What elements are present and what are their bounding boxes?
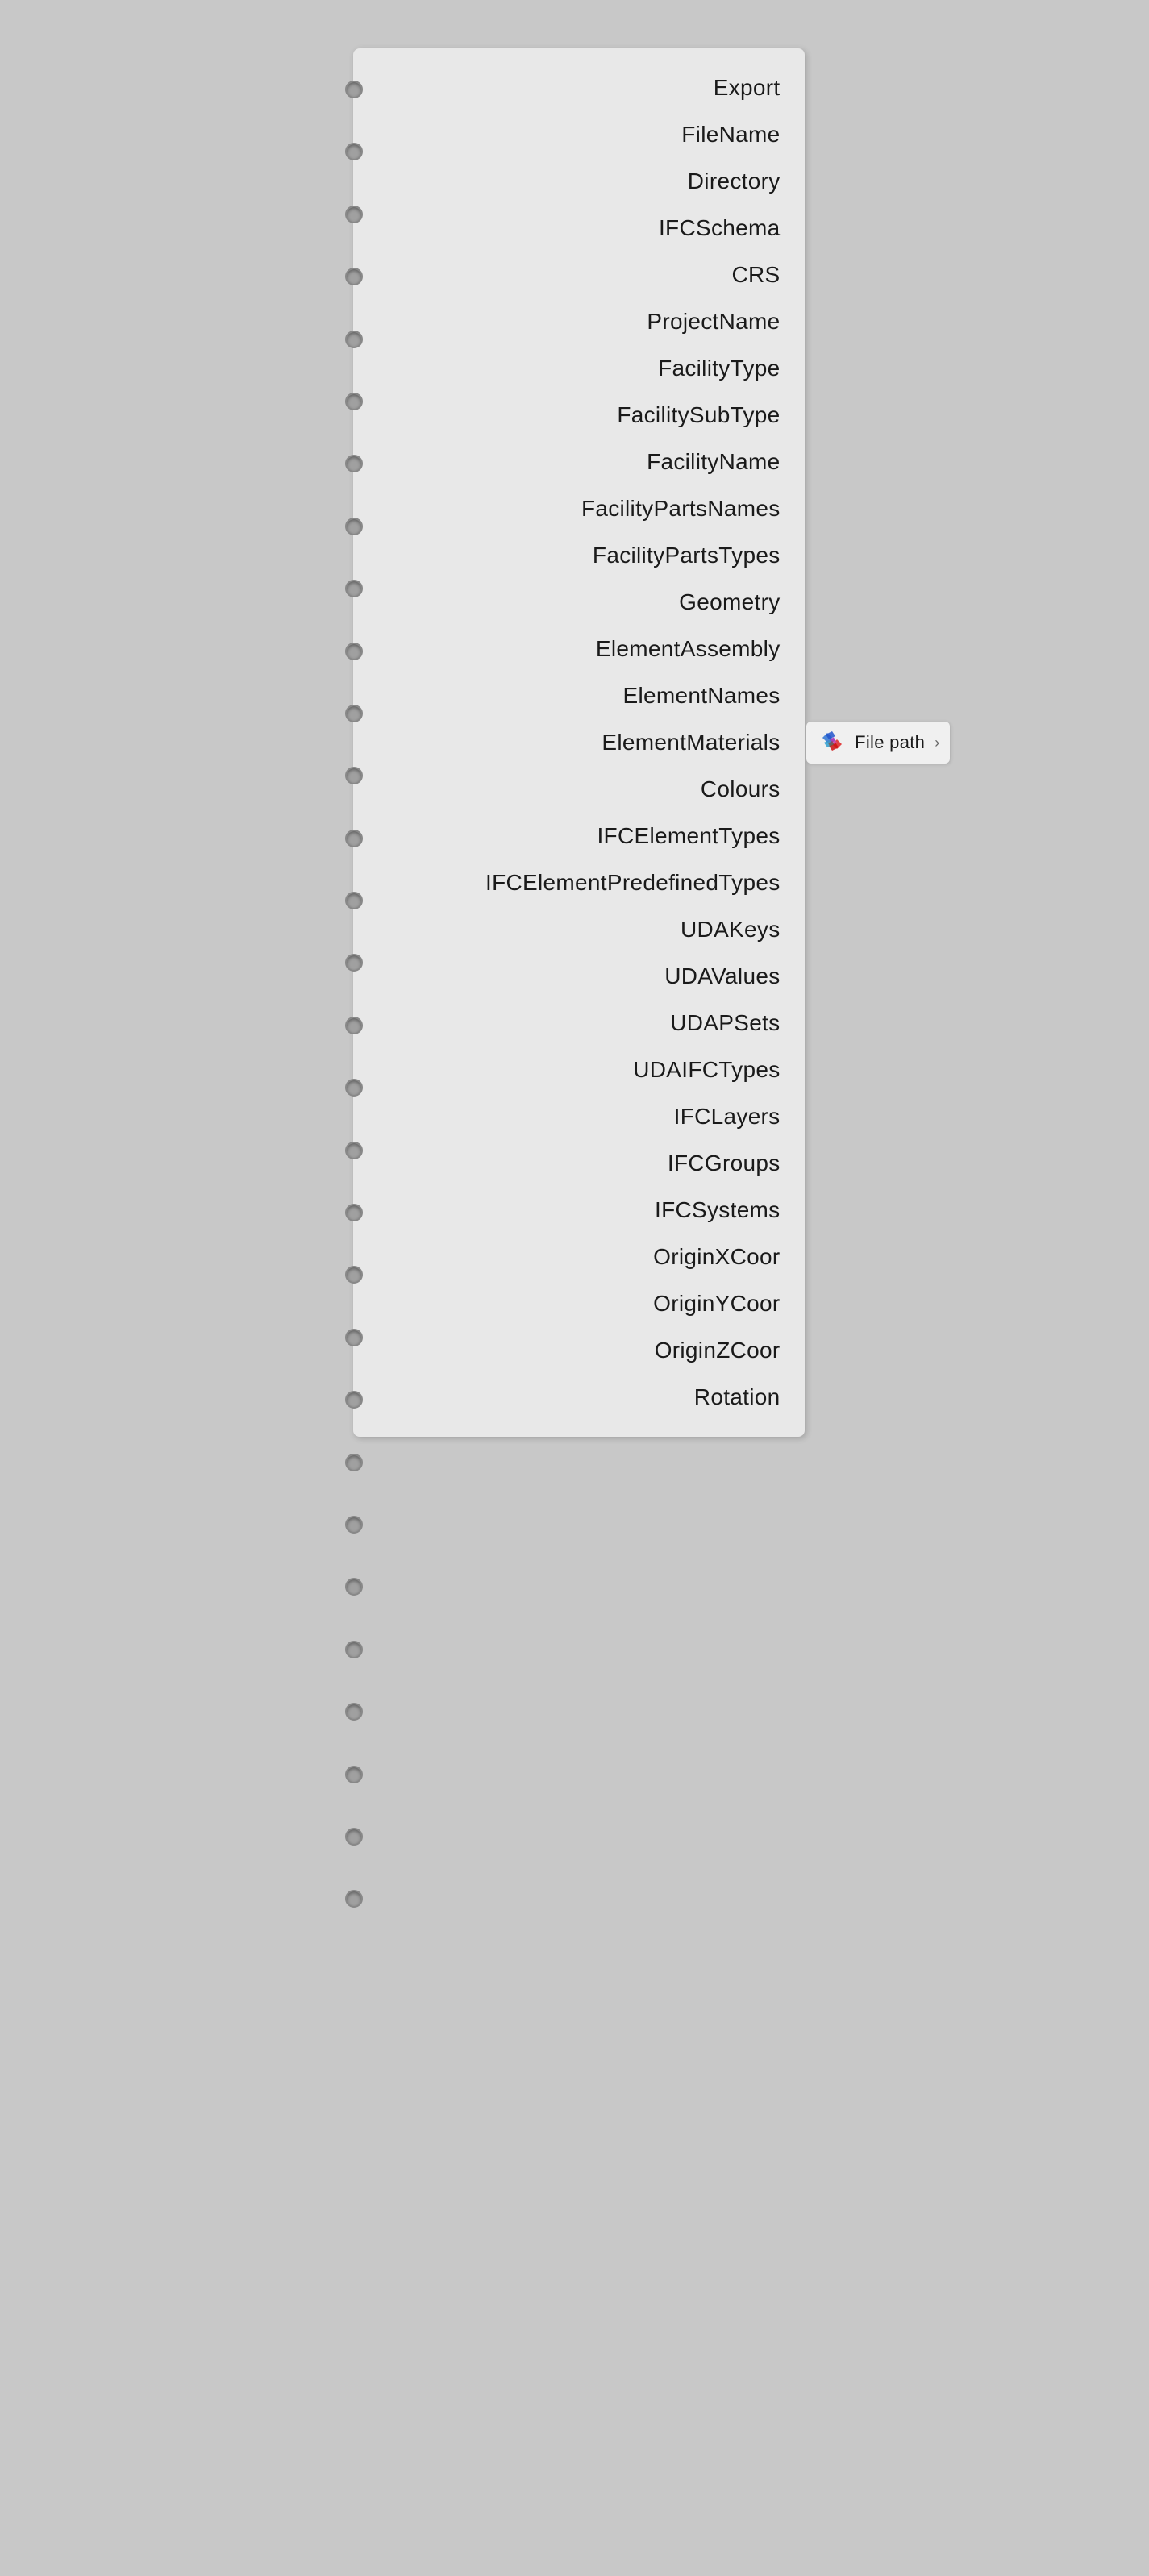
list-item-label: IFCSchema — [659, 215, 781, 241]
list-item[interactable]: IFCElementPredefinedTypes — [353, 859, 805, 906]
spiral-hole — [345, 1391, 363, 1409]
list-item[interactable]: Rotation — [353, 1374, 805, 1421]
spiral-hole — [345, 767, 363, 784]
spiral-hole — [345, 393, 363, 410]
list-item-label: Geometry — [679, 589, 780, 615]
spiral-hole — [345, 1516, 363, 1534]
list-item-label: OriginXCoor — [653, 1244, 780, 1270]
list-item-label: Colours — [701, 776, 781, 802]
spiral-hole — [345, 331, 363, 348]
list-item-label: ProjectName — [647, 309, 780, 335]
list-item-label: UDAIFCTypes — [633, 1057, 780, 1083]
spiral-hole — [345, 580, 363, 597]
list-item-label: ElementAssembly — [596, 636, 781, 662]
list-item[interactable]: FacilityName — [353, 439, 805, 485]
list-item-label: Directory — [688, 169, 781, 194]
spiral-hole — [345, 1266, 363, 1284]
spiral-hole — [345, 1079, 363, 1097]
list-item[interactable]: CRS — [353, 252, 805, 298]
list-item-label: FacilityPartsTypes — [593, 543, 781, 568]
spiral-hole — [345, 1454, 363, 1471]
spiral-hole — [345, 1329, 363, 1346]
list-item-label: IFCElementPredefinedTypes — [485, 870, 780, 896]
list-item-label: IFCLayers — [674, 1104, 781, 1130]
spiral-hole — [345, 81, 363, 98]
list-item-label: IFCElementTypes — [597, 823, 780, 849]
list-item-label: UDAKeys — [681, 917, 780, 943]
spiral-hole — [345, 1142, 363, 1159]
spiral-hole — [345, 1828, 363, 1846]
list-item[interactable]: IFCGroups — [353, 1140, 805, 1187]
list-item-label: FacilityType — [658, 356, 780, 381]
spiral-hole — [345, 1890, 363, 1908]
spiral-hole — [345, 206, 363, 223]
list-item[interactable]: FacilitySubType — [353, 392, 805, 439]
list-item[interactable]: UDAKeys — [353, 906, 805, 953]
list-item[interactable]: FacilityPartsNames — [353, 485, 805, 532]
chevron-right-icon: › — [935, 735, 939, 751]
list-item[interactable]: FileName — [353, 111, 805, 158]
spiral-holes — [345, 48, 363, 1916]
spiral-hole — [345, 1017, 363, 1034]
list-item[interactable]: ProjectName — [353, 298, 805, 345]
spiral-hole — [345, 892, 363, 909]
list-item[interactable]: IFCElementTypes — [353, 813, 805, 859]
tooltip-container: File path › — [806, 722, 949, 764]
list-item[interactable]: ElementNames — [353, 672, 805, 719]
list-item-label: UDAValues — [664, 963, 780, 989]
list-item-label: CRS — [731, 262, 780, 288]
list-item[interactable]: OriginYCoor — [353, 1280, 805, 1327]
list-item-label: FacilityPartsNames — [581, 496, 781, 522]
list-item[interactable]: UDAValues — [353, 953, 805, 1000]
spiral-hole — [345, 643, 363, 660]
list-item[interactable]: IFCLayers — [353, 1093, 805, 1140]
spiral-hole — [345, 455, 363, 472]
list-item-label: Export — [714, 75, 781, 101]
list-item-label: FileName — [681, 122, 780, 148]
list-item[interactable]: Colours — [353, 766, 805, 813]
spiral-hole — [345, 1703, 363, 1721]
spiral-hole — [345, 268, 363, 285]
list-item[interactable]: Export — [353, 65, 805, 111]
list-item[interactable]: Directory — [353, 158, 805, 205]
main-panel: Export FileName Directory IFCSchema CRS Proje… — [353, 48, 805, 1437]
list-item[interactable]: FacilityPartsTypes — [353, 532, 805, 579]
list-item-label: Rotation — [694, 1384, 781, 1410]
list-item[interactable]: UDAPSets — [353, 1000, 805, 1047]
panel-container: Export FileName Directory IFCSchema CRS Proje… — [345, 48, 805, 1916]
list-item-label: ElementMaterials — [602, 730, 780, 755]
spiral-hole — [345, 954, 363, 972]
spiral-hole — [345, 830, 363, 847]
list-item[interactable]: OriginZCoor — [353, 1327, 805, 1374]
app-logo-icon — [816, 726, 848, 759]
spiral-hole — [345, 705, 363, 722]
list-item[interactable]: OriginXCoor — [353, 1234, 805, 1280]
list-item-label: OriginYCoor — [653, 1291, 780, 1317]
list-item-label: FacilityName — [647, 449, 780, 475]
spiral-hole — [345, 1641, 363, 1658]
tooltip-text: File path — [855, 732, 925, 753]
list-item-label: ElementNames — [622, 683, 780, 709]
list-item-label: UDAPSets — [670, 1010, 780, 1036]
list-item-label: IFCGroups — [668, 1151, 781, 1176]
list-item-label: IFCSystems — [655, 1197, 780, 1223]
list-item[interactable]: IFCSchema — [353, 205, 805, 252]
list-item-label: OriginZCoor — [655, 1338, 781, 1363]
spiral-hole — [345, 1578, 363, 1596]
spiral-hole — [345, 518, 363, 535]
spiral-hole — [345, 1204, 363, 1221]
list-item-label: FacilitySubType — [617, 402, 780, 428]
list-item[interactable]: IFCSystems — [353, 1187, 805, 1234]
spiral-hole — [345, 1766, 363, 1783]
list-item[interactable]: UDAIFCTypes — [353, 1047, 805, 1093]
list-item[interactable]: Geometry — [353, 579, 805, 626]
list-item[interactable]: FacilityType — [353, 345, 805, 392]
list-item[interactable]: ElementAssembly — [353, 626, 805, 672]
spiral-hole — [345, 143, 363, 160]
list-item[interactable]: ElementMaterials File path› — [353, 719, 805, 766]
